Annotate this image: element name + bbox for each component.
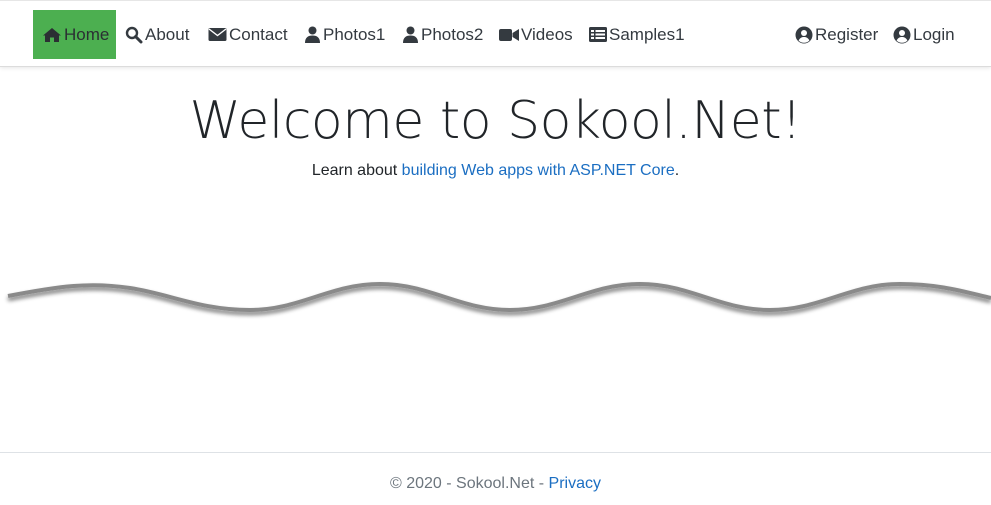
aspnet-docs-link[interactable]: building Web apps with ASP.NET Core (402, 162, 675, 179)
privacy-link[interactable]: Privacy (549, 475, 601, 492)
user-circle-icon (893, 26, 913, 44)
nav-photos2-label: Photos2 (421, 24, 484, 44)
copyright-text: © 2020 - Sokool.Net - (390, 475, 549, 492)
intro-text: Learn about building Web apps with ASP.N… (0, 160, 991, 182)
intro-prefix: Learn about (311, 162, 402, 179)
nav-home-label: Home (64, 24, 110, 44)
nav-photos2[interactable]: Photos2 (402, 10, 483, 59)
nav-about[interactable]: About (125, 10, 189, 59)
nav-login-label: Login (913, 24, 955, 44)
user-icon (402, 26, 421, 43)
home-icon (42, 27, 64, 43)
nav-contact[interactable]: Contact (208, 10, 288, 59)
footer-text: © 2020 - Sokool.Net - Privacy (0, 475, 991, 493)
nav-login[interactable]: Login (893, 10, 955, 59)
intro-suffix: . (674, 162, 680, 179)
search-icon (125, 26, 145, 44)
top-navbar: Home About Contact Photos1 Photos2 Video… (0, 0, 991, 67)
nav-register-label: Register (815, 24, 879, 44)
nav-about-label: About (145, 24, 190, 44)
envelope-icon (208, 27, 229, 42)
user-icon (304, 26, 323, 43)
nav-register[interactable]: Register (795, 10, 878, 59)
nav-contact-label: Contact (229, 24, 288, 44)
page-title: Welcome to Sokool.Net! (189, 91, 802, 151)
nav-videos-label: Videos (521, 24, 573, 44)
footer: © 2020 - Sokool.Net - Privacy (0, 452, 991, 505)
nav-home[interactable]: Home (33, 10, 117, 59)
nav-videos[interactable]: Videos (499, 10, 573, 59)
user-circle-icon (795, 26, 815, 44)
video-camera-icon (499, 28, 521, 42)
list-table-icon (589, 27, 609, 42)
nav-samples1[interactable]: Samples1 (589, 10, 685, 59)
nav-samples1-label: Samples1 (609, 24, 685, 44)
decorative-wave (7, 281, 991, 313)
nav-photos1[interactable]: Photos1 (304, 10, 385, 59)
nav-photos1-label: Photos1 (323, 24, 386, 44)
